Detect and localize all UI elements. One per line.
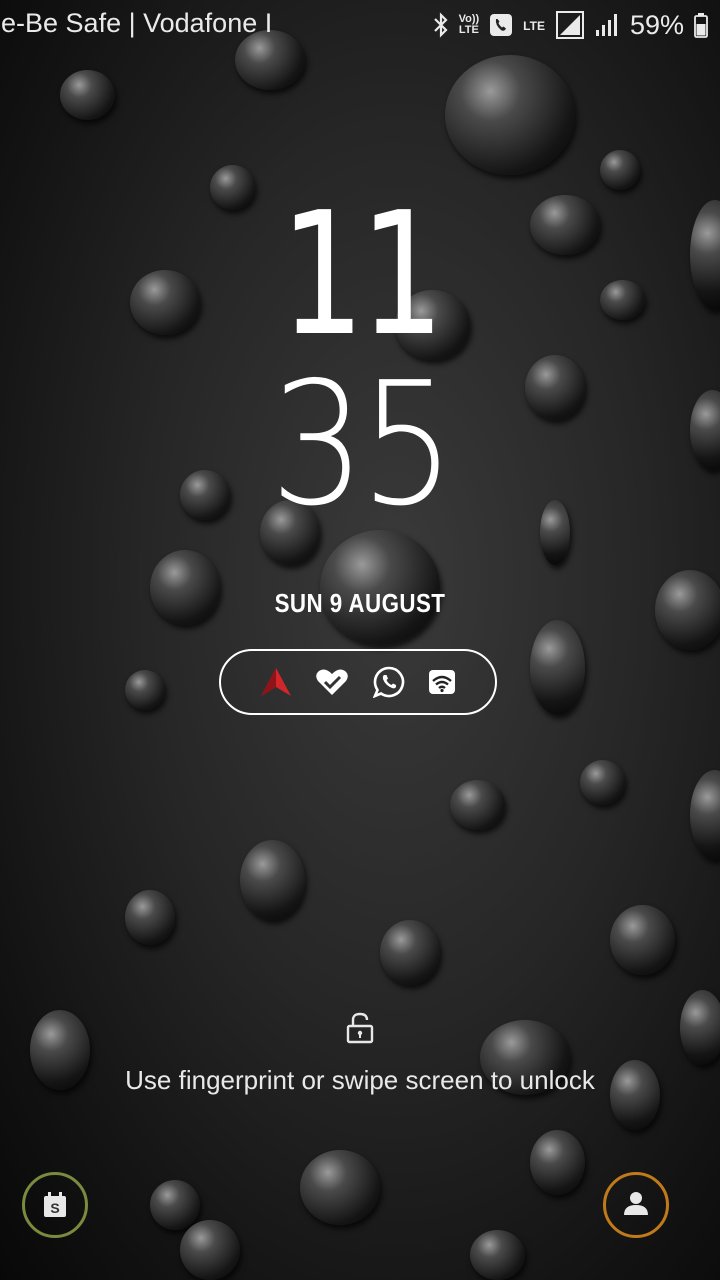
contact-icon [623,1190,649,1221]
wifi-icon[interactable] [428,669,456,695]
status-bar: ne-Be Safe | Vodafone I Vo)) LTE LTE 59% [0,0,720,50]
clock-minutes: 35 [270,346,455,544]
battery-icon [694,12,708,38]
s-planner-icon: S [43,1192,67,1218]
heart-check-icon[interactable] [315,668,349,696]
s-planner-shortcut[interactable]: S [22,1172,88,1238]
contact-shortcut[interactable] [603,1172,669,1238]
call-icon [489,13,513,37]
volte-icon: Vo)) LTE [458,13,480,36]
whatsapp-icon[interactable] [372,666,405,698]
lock-icon [346,1012,374,1049]
arrow-app-icon[interactable] [260,667,292,697]
date-label: SUN 9 AUGUST [274,588,446,618]
bluetooth-icon [433,12,449,38]
lte-icon: LTE [523,19,545,33]
signal-icon-2 [594,12,620,38]
unlock-hint: Use fingerprint or swipe screen to unloc… [125,1065,595,1095]
clock-hours: 11 [280,176,444,374]
battery-percent: 59% [629,9,684,40]
signal-icon [555,11,584,39]
carrier-ticker: ne-Be Safe | Vodafone I [0,8,272,38]
notification-icons-bar[interactable] [219,649,497,715]
status-icons: Vo)) LTE LTE 59% [433,6,708,44]
